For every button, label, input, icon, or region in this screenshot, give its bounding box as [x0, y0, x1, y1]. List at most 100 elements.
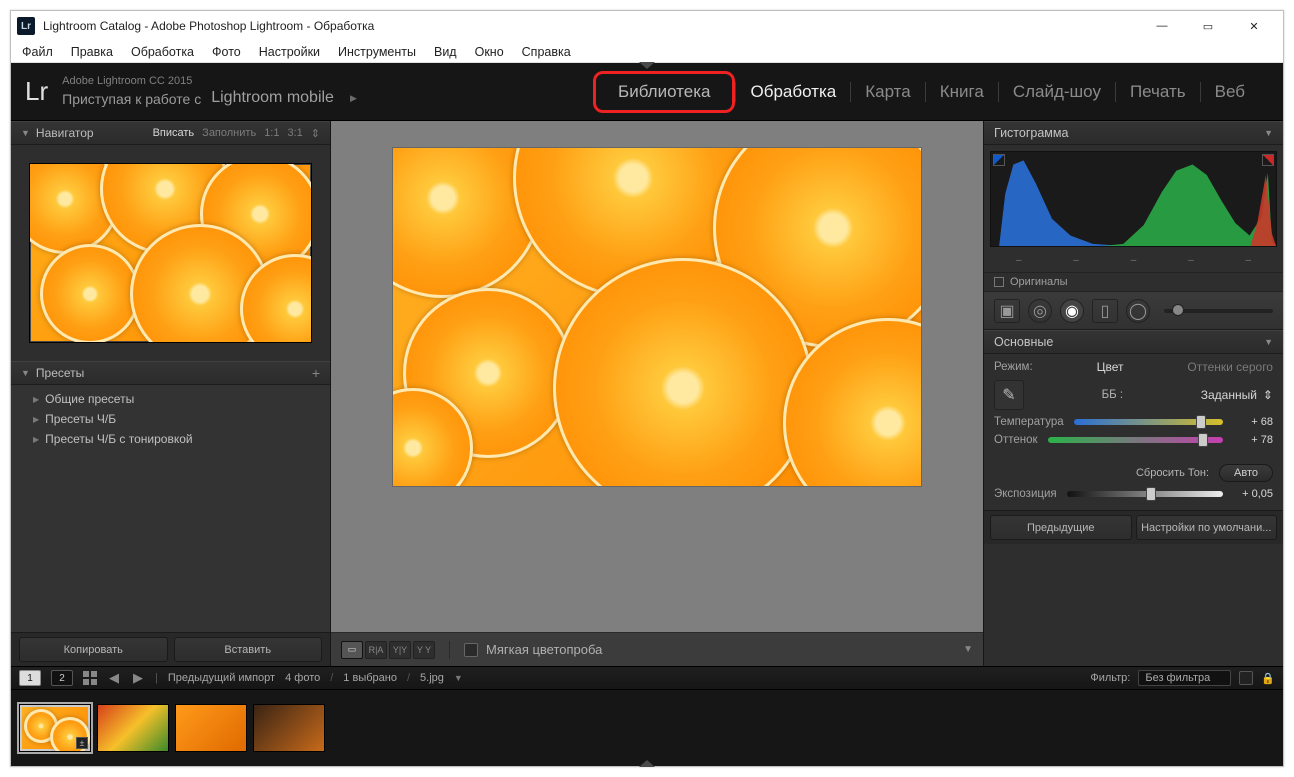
filter-lock-icon[interactable]: 🔒 [1261, 672, 1275, 685]
nav-mode-more-icon[interactable]: ⇕ [311, 127, 320, 140]
preset-folder[interactable]: ▶Общие пресеты [11, 389, 330, 409]
breadcrumb-menu-icon[interactable]: ▼ [454, 673, 463, 683]
screen-2-button[interactable]: 2 [51, 670, 73, 686]
histogram-header[interactable]: Гистограмма ▼ [984, 121, 1283, 145]
filmstrip-thumb[interactable] [253, 704, 325, 752]
before-after-tb-icon[interactable]: Y|Y [389, 641, 411, 659]
tint-value[interactable]: + 78 [1233, 434, 1273, 446]
previous-button[interactable]: Предыдущие [990, 515, 1132, 540]
module-develop[interactable]: Обработка [736, 78, 850, 106]
menu-photo[interactable]: Фото [203, 43, 250, 61]
filmstrip-thumb[interactable] [97, 704, 169, 752]
basic-header[interactable]: Основные ▼ [984, 330, 1283, 354]
module-print[interactable]: Печать [1116, 78, 1200, 106]
preset-folder[interactable]: ▶Пресеты Ч/Б с тонировкой [11, 429, 330, 449]
exposure-slider[interactable] [1067, 491, 1223, 497]
temperature-value[interactable]: + 68 [1233, 416, 1273, 428]
nav-fwd-icon[interactable]: ▶ [131, 670, 145, 686]
wb-value-dropdown[interactable]: Заданный ⇕ [1201, 388, 1273, 402]
spot-tool-icon[interactable]: ◎ [1028, 299, 1052, 323]
tint-slider[interactable] [1048, 437, 1223, 443]
nav-mode-fill[interactable]: Заполнить [202, 127, 256, 140]
histogram-title: Гистограмма [994, 126, 1068, 140]
highlight-clip-icon[interactable] [1262, 154, 1274, 166]
treatment-color[interactable]: Цвет [1097, 360, 1124, 374]
shadow-clip-icon[interactable] [993, 154, 1005, 166]
module-library[interactable]: Библиотека [593, 71, 735, 113]
copy-button[interactable]: Копировать [19, 637, 168, 662]
menu-develop[interactable]: Обработка [122, 43, 203, 61]
loupe-view-icon[interactable]: ▭ [341, 641, 363, 659]
filmstrip-thumb[interactable] [175, 704, 247, 752]
reset-button[interactable]: Настройки по умолчани... [1136, 515, 1278, 540]
soft-proof-toggle[interactable]: Мягкая цветопроба [464, 642, 602, 657]
wb-label: ББ : [1102, 389, 1123, 401]
originals-row[interactable]: Оригиналы [984, 272, 1283, 292]
paste-button[interactable]: Вставить [174, 637, 323, 662]
filmstrip[interactable]: ± [11, 690, 1283, 766]
left-panel: ▼ Навигатор Вписать Заполнить 1:1 3:1 ⇕ [11, 121, 331, 666]
nav-back-icon[interactable]: ◀ [107, 670, 121, 686]
left-actions: Копировать Вставить [11, 632, 330, 666]
menu-view[interactable]: Вид [425, 43, 466, 61]
module-map[interactable]: Карта [851, 78, 925, 106]
temperature-slider[interactable] [1074, 419, 1223, 425]
nav-mode-fit[interactable]: Вписать [153, 127, 195, 140]
identity-menu-icon[interactable]: ▶ [350, 93, 357, 105]
menu-settings[interactable]: Настройки [250, 43, 329, 61]
maximize-button[interactable]: ▭ [1185, 12, 1231, 40]
histogram-graph[interactable] [990, 151, 1277, 247]
checkbox-icon[interactable] [994, 277, 1004, 287]
menu-tools[interactable]: Инструменты [329, 43, 425, 61]
temperature-label: Температура [994, 416, 1064, 428]
minimize-button[interactable]: — [1139, 12, 1185, 40]
filmstrip-thumb[interactable]: ± [19, 704, 91, 752]
menu-window[interactable]: Окно [466, 43, 513, 61]
redeye-tool-icon[interactable]: ◉ [1060, 299, 1084, 323]
exposure-value[interactable]: + 0,05 [1233, 488, 1273, 500]
presets-add-icon[interactable]: + [312, 365, 320, 381]
basic-panel: Режим: Цвет Оттенки серого ✎ ББ : Заданн… [984, 354, 1283, 510]
module-book[interactable]: Книга [926, 78, 998, 106]
chevron-down-icon: ▼ [1264, 128, 1273, 138]
canvas-area[interactable] [331, 121, 983, 632]
module-web[interactable]: Веб [1201, 78, 1259, 106]
workspace: ▼ Навигатор Вписать Заполнить 1:1 3:1 ⇕ [11, 121, 1283, 666]
top-header: Lr Adobe Lightroom CC 2015 Приступая к р… [11, 63, 1283, 121]
nav-mode-3to1[interactable]: 3:1 [287, 127, 302, 140]
preset-folder[interactable]: ▶Пресеты Ч/Б [11, 409, 330, 429]
identity-plate[interactable]: Adobe Lightroom CC 2015 Приступая к рабо… [62, 74, 357, 109]
nav-mode-1to1[interactable]: 1:1 [264, 127, 279, 140]
mask-slider[interactable] [1164, 309, 1273, 313]
identity-line2-brand: Lightroom mobile [211, 88, 334, 109]
menu-bar: Файл Правка Обработка Фото Настройки Инс… [11, 41, 1283, 63]
before-after-lr-icon[interactable]: R|A [365, 641, 387, 659]
module-slideshow[interactable]: Слайд-шоу [999, 78, 1115, 106]
gradient-tool-icon[interactable]: ▯ [1092, 299, 1118, 323]
radial-tool-icon[interactable]: ◯ [1126, 299, 1150, 323]
checkbox-icon[interactable] [464, 643, 478, 657]
menu-help[interactable]: Справка [513, 43, 580, 61]
grid-view-icon[interactable] [83, 671, 97, 685]
menu-file[interactable]: Файл [13, 43, 62, 61]
menu-edit[interactable]: Правка [62, 43, 122, 61]
wb-eyedropper-icon[interactable]: ✎ [994, 380, 1024, 410]
before-after-split-icon[interactable]: Y Y [413, 641, 435, 659]
screen-1-button[interactable]: 1 [19, 670, 41, 686]
tone-auto-button[interactable]: Авто [1219, 464, 1273, 482]
toolbar-menu-icon[interactable]: ▼ [963, 644, 973, 655]
photo-count: 4 фото [285, 672, 320, 684]
app-icon: Lr [17, 17, 35, 35]
crop-tool-icon[interactable]: ▣ [994, 299, 1020, 323]
filter-dropdown[interactable]: Без фильтра [1138, 670, 1231, 686]
close-button[interactable]: ✕ [1231, 12, 1277, 40]
treatment-bw[interactable]: Оттенки серого [1187, 360, 1273, 374]
main-photo[interactable] [392, 147, 922, 487]
presets-header[interactable]: ▼ Пресеты + [11, 361, 330, 385]
current-filename: 5.jpg [420, 672, 444, 684]
tone-reset-label[interactable]: Сбросить Тон: [1136, 467, 1209, 479]
navigator-header[interactable]: ▼ Навигатор Вписать Заполнить 1:1 3:1 ⇕ [11, 121, 330, 145]
filter-switch-icon[interactable] [1239, 671, 1253, 685]
navigator-thumbnail[interactable] [29, 163, 312, 343]
source-label[interactable]: Предыдущий импорт [168, 672, 275, 684]
